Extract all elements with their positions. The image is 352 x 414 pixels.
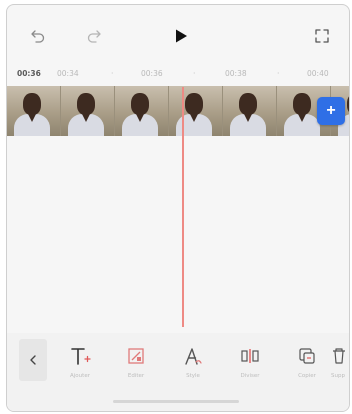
copy-icon (282, 345, 332, 367)
current-time: 00:36 (17, 69, 41, 78)
time-mark: 00:34 (57, 69, 79, 78)
edit-icon (111, 345, 161, 367)
tool-label: Copier (298, 373, 316, 379)
top-toolbar (7, 5, 349, 65)
video-frame-thumbnail (169, 86, 223, 136)
tool-label: Editer (127, 373, 145, 379)
playhead[interactable] (182, 87, 184, 327)
video-frame-thumbnail (7, 86, 61, 136)
tool-copy[interactable]: Copier (282, 345, 332, 385)
play-icon[interactable] (168, 23, 194, 49)
delete-icon (331, 345, 349, 367)
video-editor-window: 00:36 00:34 · 00:36 · 00:38 · 00:40 + Aj… (6, 4, 350, 412)
time-dot: · (111, 69, 114, 78)
time-dot: · (193, 69, 196, 78)
video-frame-thumbnail (223, 86, 277, 136)
fullscreen-icon[interactable] (309, 23, 335, 49)
tool-edit[interactable]: Editer (111, 345, 161, 385)
video-frame-thumbnail (115, 86, 169, 136)
add-clip-button[interactable]: + (317, 97, 345, 125)
text-add-icon (55, 345, 105, 367)
time-dot: · (277, 69, 280, 78)
tool-label: Diviser (240, 373, 260, 379)
video-frame-thumbnail (61, 86, 115, 136)
tool-label: Style (186, 373, 200, 379)
time-mark: 00:40 (307, 69, 329, 78)
style-icon (168, 345, 218, 367)
split-icon (225, 345, 275, 367)
tool-delete[interactable]: Supp (331, 345, 349, 385)
home-indicator (113, 400, 239, 403)
plus-icon: + (326, 102, 336, 119)
undo-icon[interactable] (25, 23, 51, 49)
chevron-left-icon (30, 355, 36, 365)
tool-label: Supp (331, 373, 345, 379)
back-button[interactable] (19, 339, 47, 381)
time-mark: 00:38 (225, 69, 247, 78)
redo-icon[interactable] (81, 23, 107, 49)
time-ruler[interactable]: 00:36 00:34 · 00:36 · 00:38 · 00:40 (7, 65, 349, 85)
tool-split[interactable]: Diviser (225, 345, 275, 385)
tool-label: Ajouter (70, 373, 90, 379)
time-mark: 00:36 (141, 69, 163, 78)
video-filmstrip[interactable] (7, 86, 349, 136)
tool-style[interactable]: Style (168, 345, 218, 385)
tool-add-text[interactable]: Ajouter (55, 345, 105, 385)
